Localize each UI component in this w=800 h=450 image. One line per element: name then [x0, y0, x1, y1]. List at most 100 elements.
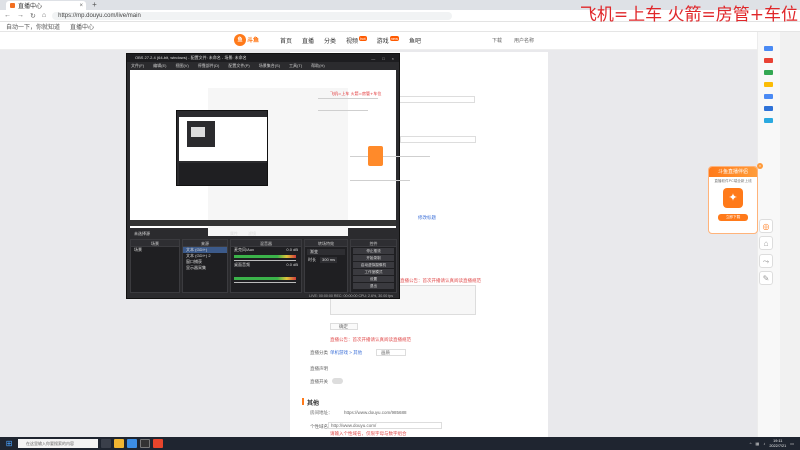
site-logo[interactable]: 鱼 斗鱼 [234, 33, 264, 46]
close-ad-icon[interactable]: × [757, 163, 763, 169]
duration-input[interactable]: 300 ms [320, 257, 338, 263]
obs-preview-canvas[interactable]: 飞机=上车 火箭=房管+车位 [130, 70, 430, 236]
text-input[interactable] [400, 136, 476, 143]
share-icon[interactable]: ⤳ [759, 254, 773, 268]
back-arrow-icon[interactable]: ← [4, 12, 11, 19]
transitions-dock-title: 转场特效 [305, 240, 347, 247]
bookmark-item[interactable]: 直播中心 [70, 22, 94, 31]
network-icon[interactable]: ▦ [756, 441, 760, 446]
reload-icon[interactable]: ↻ [30, 12, 36, 20]
menu-scene-collection[interactable]: 场景集合(S) [259, 63, 280, 69]
edge-browser-icon[interactable] [127, 439, 137, 448]
sidebar-app-icon[interactable] [764, 70, 773, 75]
windows-taskbar: ⊞ 在这里输入你要搜索的内容 ^ ▦ ♪ 19:11 2022/7/21 ▭ [0, 437, 800, 450]
notification-icon[interactable]: ▭ [790, 441, 794, 446]
download-button[interactable]: 立即下载 [718, 214, 748, 221]
sidebar-app-icon[interactable] [764, 46, 773, 51]
app-ad-card[interactable]: 斗鱼直播伴侣 直播软件PC端全新上线 ✦ 立即下载 [708, 166, 758, 234]
task-view-icon[interactable] [101, 439, 111, 448]
mixer-track: 桌面音频 0.0 dB [231, 262, 301, 268]
header-user-area: 下载 用户名称 [492, 37, 534, 44]
nav-yuba[interactable]: 鱼吧 [409, 36, 421, 45]
duration-label: 时长 [308, 257, 316, 262]
live-switch-label: 直播开关 [310, 379, 328, 384]
new-tab-button[interactable]: + [90, 1, 99, 10]
menu-view[interactable]: 视图(V) [175, 63, 188, 69]
capture-line [350, 156, 430, 157]
tray-up-icon[interactable]: ^ [750, 441, 752, 446]
sidebar-app-icon[interactable] [764, 94, 773, 99]
menu-profile[interactable]: 配置文件(P) [228, 63, 249, 69]
custom-domain-input[interactable]: http://www.douyu.com/ [328, 422, 442, 429]
confirm-button[interactable]: 确定 [330, 323, 358, 330]
preview-scrollbar[interactable] [130, 220, 396, 226]
source-item[interactable]: 显示器采集 [183, 265, 227, 271]
settings-button[interactable]: 设置 [353, 276, 394, 282]
scene-item[interactable]: 场景 [131, 247, 179, 253]
live-switch-toggle[interactable] [332, 378, 343, 384]
volume-icon[interactable]: ♪ [763, 441, 765, 446]
nav-live[interactable]: 直播 [302, 36, 314, 45]
nav-home[interactable]: 首页 [280, 36, 292, 45]
obs-statusbar: LIVE: 00:00:00 REC: 00:00:00 CPU: 2.6%, … [309, 294, 393, 298]
exit-button[interactable]: 退出 [353, 283, 394, 289]
transition-select[interactable]: 渐变 [307, 249, 345, 255]
menu-help[interactable]: 帮助(H) [311, 63, 325, 69]
volume-slider[interactable] [234, 260, 296, 261]
maximize-icon[interactable]: □ [382, 56, 384, 61]
page-scrollbar[interactable] [780, 32, 800, 437]
close-icon[interactable]: × [392, 56, 394, 61]
target-icon[interactable]: ◎ [759, 219, 773, 233]
url-input[interactable]: https://mp.douyu.com/live/main [52, 11, 453, 20]
stop-streaming-button[interactable]: 停止推流 [353, 248, 394, 254]
obs-titlebar[interactable]: OBS 27.2.4 (64-bit, windows) - 配置文件: 未命名… [127, 54, 399, 62]
quality-select[interactable]: 画质 [376, 349, 406, 356]
app-icon[interactable] [153, 439, 163, 448]
ad-subtitle: 直播软件PC端全新上线 [714, 179, 752, 183]
nested-preview [179, 117, 267, 161]
sidebar-app-icon[interactable] [764, 106, 773, 111]
forward-arrow-icon[interactable]: → [17, 12, 24, 19]
start-recording-button[interactable]: 开始录制 [353, 255, 394, 261]
file-explorer-icon[interactable] [114, 439, 124, 448]
taskbar-clock[interactable]: 19:11 2022/7/21 [769, 439, 786, 448]
obs-app-icon[interactable] [140, 439, 150, 448]
menu-tools[interactable]: 工具(T) [289, 63, 302, 69]
sidebar-app-icon[interactable] [764, 118, 773, 123]
home-icon[interactable]: ⌂ [759, 236, 773, 250]
volume-slider[interactable] [234, 282, 296, 283]
browser-tab[interactable]: 直播中心 × [6, 1, 86, 10]
quality-label: 画质 [381, 350, 390, 355]
nav-game[interactable]: 游戏new [377, 36, 399, 45]
edit-title-link[interactable]: 修改标题 [418, 215, 436, 221]
menu-docks[interactable]: 停靠部件(D) [198, 63, 220, 69]
taskbar-search-input[interactable]: 在这里输入你要搜索的内容 [18, 439, 98, 448]
capture-line [318, 110, 368, 111]
user-menu[interactable]: 用户名称 [514, 37, 534, 44]
close-tab-icon[interactable]: × [79, 3, 83, 9]
obs-window[interactable]: OBS 27.2.4 (64-bit, windows) - 配置文件: 未命名… [126, 53, 430, 299]
clock-date: 2022/7/21 [769, 443, 787, 448]
category-link[interactable]: 单机游戏 > 其他 [330, 350, 362, 356]
windows-start-icon[interactable]: ⊞ [4, 439, 14, 449]
virtual-camera-button[interactable]: 启动虚拟摄像机 [353, 262, 394, 268]
track-db: 0.0 dB [286, 247, 298, 252]
studio-mode-button[interactable]: 工作室模式 [353, 269, 394, 275]
minimize-icon[interactable]: — [371, 56, 375, 61]
nav-video[interactable]: 视频hot [346, 36, 367, 45]
download-link[interactable]: 下载 [492, 37, 502, 44]
browser-side-panel [757, 32, 780, 437]
menu-file[interactable]: 文件(F) [131, 63, 144, 69]
properties-button[interactable]: 属性 [230, 231, 238, 237]
edit-icon[interactable]: ✎ [759, 271, 773, 285]
audio-meter [234, 277, 296, 280]
sidebar-app-icon[interactable] [764, 82, 773, 87]
sidebar-app-icon[interactable] [764, 58, 773, 63]
preview-ad-capture [368, 146, 383, 166]
filters-button[interactable]: 滤镜 [248, 231, 256, 237]
system-tray: ^ ▦ ♪ 19:11 2022/7/21 ▭ [750, 439, 794, 448]
bookmark-item[interactable]: 自动一下，你就知道 [6, 22, 60, 31]
menu-edit[interactable]: 编辑(E) [153, 63, 166, 69]
nav-category[interactable]: 分类 [324, 36, 336, 45]
home-icon[interactable]: ⌂ [42, 12, 46, 19]
